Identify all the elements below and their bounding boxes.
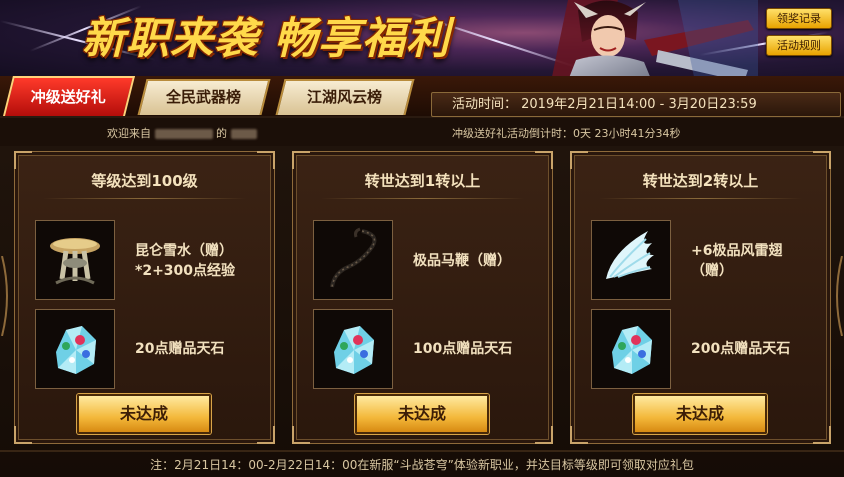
card-title: 转世达到1转以上 xyxy=(364,172,481,190)
award-records-button[interactable]: 领奖记录 xyxy=(766,8,832,29)
footer-note: 注：2月21日14：00-2月22日14：00在新服“斗战苍穹”体验新职业，并达… xyxy=(150,458,694,472)
welcome-text: 欢迎来自 的 xyxy=(107,125,257,141)
tab-weapon-ranking[interactable]: 全民武器榜 xyxy=(137,79,271,115)
tab-level-gift[interactable]: 冲级送好礼 xyxy=(3,76,135,116)
banner: 新职来袭 畅享福利 领奖记录 活动规则 xyxy=(0,0,844,82)
info-line: 欢迎来自 的 冲级送好礼活动倒计时：0天 23小时41分34秒 xyxy=(0,118,844,146)
mushroom-table-icon xyxy=(50,238,100,285)
item-name: 极品马鞭（赠） xyxy=(413,253,511,269)
countdown-value: 0天 23小时41分34秒 xyxy=(573,127,681,140)
countdown-text: 冲级送好礼活动倒计时：0天 23小时41分34秒 xyxy=(452,127,681,140)
not-achieved-button[interactable]: 未达成 xyxy=(77,394,211,434)
reward-area: 等级达到100级 昆仑雪水（赠） *2+300点经验 20点赠品天石 未达成 转… xyxy=(0,146,844,477)
whip-icon xyxy=(330,227,377,288)
tab-jianghu-ranking[interactable]: 江湖风云榜 xyxy=(275,79,415,115)
reward-slot[interactable] xyxy=(313,220,393,300)
redacted-server xyxy=(154,129,213,139)
reward-slot[interactable] xyxy=(35,309,115,389)
sky-stone-icon xyxy=(334,326,374,374)
reward-slot[interactable] xyxy=(35,220,115,300)
reward-card-level-100: 等级达到100级 昆仑雪水（赠） *2+300点经验 20点赠品天石 未达成 xyxy=(14,151,275,444)
right-ornament-icon xyxy=(836,256,843,336)
not-achieved-button[interactable]: 未达成 xyxy=(355,394,489,434)
not-achieved-button[interactable]: 未达成 xyxy=(633,394,767,434)
event-page: 新职来袭 畅享福利 领奖记录 活动规则 冲级送好礼 全民武器榜 江湖风云榜 活动… xyxy=(0,0,844,477)
item-name-cont: （赠） xyxy=(691,263,733,279)
redacted-username xyxy=(230,129,257,139)
item-name: 100点赠品天石 xyxy=(413,341,513,357)
activity-rules-button[interactable]: 活动规则 xyxy=(766,35,832,56)
card-title: 等级达到100级 xyxy=(91,172,198,190)
reward-slot[interactable] xyxy=(313,309,393,389)
sky-stone-icon xyxy=(56,326,96,374)
sky-stone-icon xyxy=(612,326,652,374)
reward-slot[interactable] xyxy=(591,309,671,389)
reward-card-rebirth-2: 转世达到2转以上 +6极品风雷翅 （赠） 200点赠品天石 未达成 xyxy=(570,151,831,444)
card-title: 转世达到2转以上 xyxy=(642,172,759,190)
reward-card-rebirth-1: 转世达到1转以上 极品马鞭（赠） 100点赠品天石 未达成 xyxy=(292,151,553,444)
wings-icon xyxy=(606,231,654,279)
left-ornament-icon xyxy=(1,256,8,336)
item-name: 20点赠品天石 xyxy=(135,341,225,357)
item-name: +6极品风雷翅 xyxy=(691,243,783,259)
item-name: 昆仑雪水（赠） xyxy=(135,243,233,259)
reward-slot[interactable] xyxy=(591,220,671,300)
activity-time: 活动时间： 2019年2月21日14:00 - 3月20日23:59 xyxy=(431,92,841,117)
hero-character-image xyxy=(550,0,758,82)
banner-title: 新职来袭 畅享福利 xyxy=(82,14,450,64)
item-name: 200点赠品天石 xyxy=(691,341,791,357)
item-name-cont: *2+300点经验 xyxy=(135,263,236,279)
